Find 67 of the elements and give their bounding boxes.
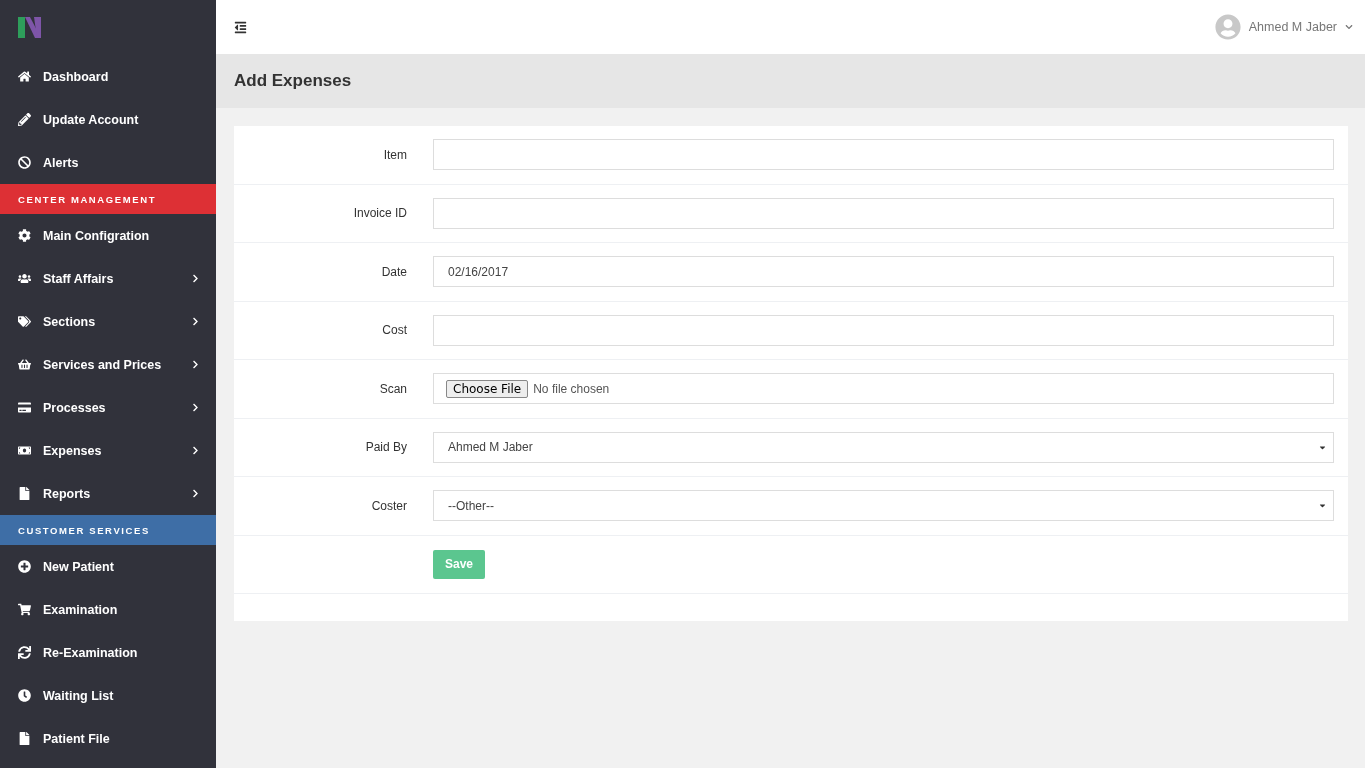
pencil-icon (18, 113, 31, 126)
section-header: CENTER MANAGEMENT (0, 184, 216, 214)
ban-icon (18, 156, 31, 169)
page-title: Add Expenses (234, 71, 352, 91)
sidebar-item[interactable]: Examination (0, 588, 216, 631)
field-label: Cost (381, 323, 407, 338)
clock-icon (18, 689, 31, 702)
input-field[interactable] (433, 139, 1334, 171)
sidebar-item-label: Alerts (43, 155, 80, 170)
sidebar-item-label: Update Account (43, 112, 140, 127)
sidebar-item[interactable]: Staff Affairs (0, 257, 216, 300)
sidebar-item-label: Examination (43, 602, 119, 617)
sidebar-item-label: Sections (43, 314, 97, 329)
gear-icon (18, 229, 31, 242)
sidebar-item[interactable]: Alerts (0, 141, 216, 184)
section-header: CUSTOMER SERVICES (0, 515, 216, 545)
avatar-icon (1214, 14, 1241, 40)
basket-icon (18, 358, 31, 371)
sidebar-item[interactable]: Re-Examination (0, 631, 216, 674)
sidebar-item[interactable]: Patient File (0, 717, 216, 760)
home-icon (18, 70, 31, 83)
sidebar-item-label: Expenses (43, 443, 103, 458)
sidebar-item-label: Dashboard (43, 69, 110, 84)
sidebar-item-label: Staff Affairs (43, 271, 115, 286)
field-label: Paid By (364, 440, 407, 455)
sidebar-item-label: Main Configration (43, 228, 151, 243)
sidebar-item-label: Services and Prices (43, 357, 163, 372)
sidebar-item-label: Patient File (43, 731, 111, 746)
sidebar-item[interactable]: Services and Prices (0, 343, 216, 386)
field-label: Coster (370, 498, 407, 513)
user-menu[interactable]: Ahmed M Jaber (1214, 14, 1353, 40)
money-icon (18, 444, 31, 457)
sidebar-item-label: Waiting List (43, 688, 115, 703)
file-status: No file chosen (533, 381, 610, 396)
card-icon (18, 401, 31, 414)
logo-icon (18, 17, 41, 38)
sidebar-item[interactable]: Expenses (0, 429, 216, 472)
input-field[interactable]: 02/16/2017 (433, 256, 1334, 288)
sidebar-item[interactable]: Sections (0, 300, 216, 343)
sidebar-item[interactable]: Update Account (0, 98, 216, 141)
menu-icon[interactable] (234, 20, 247, 34)
field-label: Scan (378, 381, 407, 396)
sidebar-item[interactable]: Waiting List (0, 674, 216, 717)
refresh-icon (18, 646, 31, 659)
cart-icon (18, 603, 31, 616)
sidebar-item-label: Processes (43, 400, 107, 415)
select-field[interactable]: Ahmed M Jaber (433, 431, 1334, 463)
file-icon (18, 487, 31, 500)
tag-icon (18, 315, 31, 328)
field-label: Date (380, 264, 407, 279)
input-field[interactable] (433, 314, 1334, 346)
sidebar-item-label: Reports (43, 486, 92, 501)
sidebar-item-label: Re-Examination (43, 645, 139, 660)
file-icon (18, 732, 31, 745)
field-label: Item (382, 147, 407, 162)
input-field[interactable] (433, 197, 1334, 229)
users-icon (18, 272, 31, 285)
sidebar-item[interactable]: Reports (0, 472, 216, 515)
sidebar-item[interactable]: Main Configration (0, 214, 216, 257)
sidebar-item[interactable]: Dashboard (0, 55, 216, 98)
sidebar-item[interactable]: Processes (0, 386, 216, 429)
field-label: Invoice ID (352, 206, 407, 221)
select-field[interactable]: --Other-- (433, 490, 1334, 522)
sidebar-item[interactable]: New Patient (0, 545, 216, 588)
choose-file-button[interactable]: Choose File (446, 379, 529, 398)
caret-icon (1345, 23, 1353, 31)
sidebar-item-label: New Patient (43, 559, 115, 574)
